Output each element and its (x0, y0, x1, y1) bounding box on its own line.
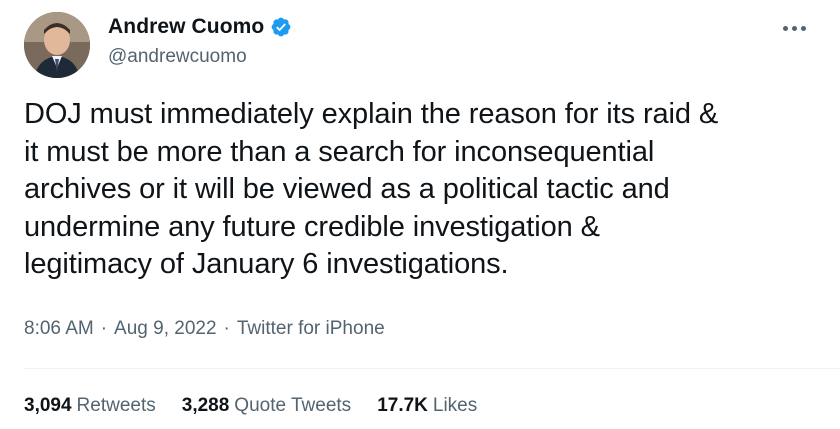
handle[interactable]: @andrewcuomo (108, 46, 247, 68)
dot (783, 26, 788, 31)
divider (24, 368, 840, 369)
tweet-header: Andrew Cuomo @andrewcuomo (24, 12, 824, 78)
avatar-image (24, 12, 90, 78)
retweets-stat[interactable]: 3,094 Retweets (24, 395, 156, 417)
verified-badge-icon (270, 16, 292, 38)
retweets-count: 3,094 (24, 395, 72, 416)
quote-tweets-stat[interactable]: 3,288 Quote Tweets (182, 395, 351, 417)
tweet-source[interactable]: Twitter for iPhone (237, 318, 385, 340)
tweet-text: DOJ must immediately explain the reason … (24, 98, 719, 280)
likes-stat[interactable]: 17.7K Likes (377, 395, 477, 417)
meta-separator: · (100, 318, 108, 339)
display-name[interactable]: Andrew Cuomo (108, 15, 264, 39)
more-horizontal-icon[interactable] (779, 22, 810, 35)
likes-count: 17.7K (377, 395, 428, 416)
quote-tweets-label: Quote Tweets (234, 395, 352, 416)
dot (801, 26, 806, 31)
tweet-stats: 3,094 Retweets 3,288 Quote Tweets 17.7K … (24, 395, 503, 417)
tweet-meta: 8:06 AM · Aug 9, 2022 · Twitter for iPho… (24, 318, 385, 340)
dot (792, 26, 797, 31)
retweets-label: Retweets (76, 395, 156, 416)
meta-separator: · (223, 318, 230, 339)
likes-label: Likes (432, 395, 478, 416)
tweet-date[interactable]: Aug 9, 2022 (114, 318, 216, 340)
quote-tweets-count: 3,288 (181, 395, 230, 416)
tweet-card: Andrew Cuomo @andrewcuomo DOJ must immed… (0, 0, 840, 429)
name-row: Andrew Cuomo (108, 15, 292, 39)
avatar[interactable] (24, 12, 90, 78)
tweet-time[interactable]: 8:06 AM (24, 318, 94, 340)
